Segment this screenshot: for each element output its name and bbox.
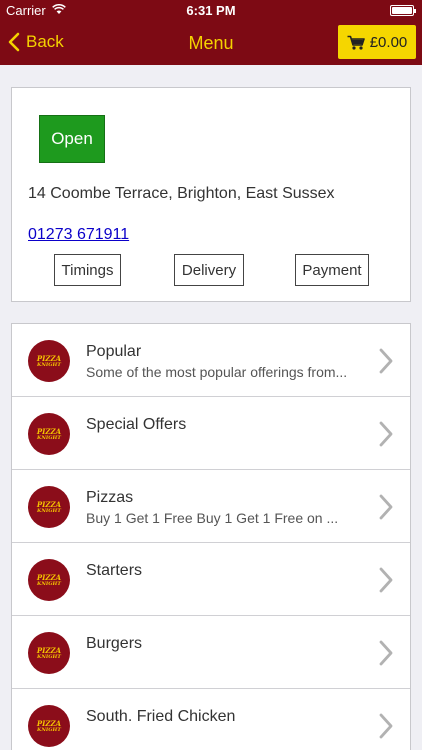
logo-text-line1: PIZZA xyxy=(36,718,62,728)
logo-text-line1: PIZZA xyxy=(36,353,62,363)
menu-item-title: Popular xyxy=(86,343,142,360)
pizza-knight-logo-icon: PIZZA KNIGHT xyxy=(28,486,70,528)
pizza-knight-logo-icon: PIZZA KNIGHT xyxy=(28,413,70,455)
menu-item-popular[interactable]: PIZZA KNIGHT Popular Some of the most pop… xyxy=(12,324,410,397)
logo-text-line1: PIZZA xyxy=(36,572,62,582)
phone-link[interactable]: 01273 671911 xyxy=(28,226,129,244)
status-time: 6:31 PM xyxy=(186,3,236,18)
pizza-knight-logo-icon: PIZZA KNIGHT xyxy=(28,705,70,747)
open-status-button[interactable]: Open xyxy=(39,115,105,163)
menu-item-burgers[interactable]: PIZZA KNIGHT Burgers xyxy=(12,616,410,689)
status-bar: Carrier 6:31 PM xyxy=(0,0,422,20)
chevron-right-icon xyxy=(379,421,393,447)
delivery-button[interactable]: Delivery xyxy=(174,254,244,286)
chevron-right-icon xyxy=(379,567,393,593)
logo-text-line2: KNIGHT xyxy=(37,361,61,368)
menu-item-title: Burgers xyxy=(86,635,143,652)
store-address: 14 Coombe Terrace, Brighton, East Sussex xyxy=(28,185,335,202)
pizza-knight-logo-icon: PIZZA KNIGHT xyxy=(28,559,70,601)
menu-item-title: South. Fried Chicken xyxy=(86,708,236,725)
logo-text-line2: KNIGHT xyxy=(37,653,61,660)
logo-text-line2: KNIGHT xyxy=(37,580,61,587)
logo-text-line1: PIZZA xyxy=(36,499,62,509)
cart-icon xyxy=(347,35,365,50)
chevron-right-icon xyxy=(379,348,393,374)
menu-item-title: Starters xyxy=(86,562,143,579)
menu-item-title: Pizzas xyxy=(86,489,134,506)
menu-category-list: PIZZA KNIGHT Popular Some of the most pop… xyxy=(11,323,411,750)
menu-item-starters[interactable]: PIZZA KNIGHT Starters xyxy=(12,543,410,616)
logo-text-line2: KNIGHT xyxy=(37,434,61,441)
store-info-card: Open 14 Coombe Terrace, Brighton, East S… xyxy=(11,87,411,302)
logo-text-line1: PIZZA xyxy=(36,426,62,436)
pizza-knight-logo-icon: PIZZA KNIGHT xyxy=(28,340,70,382)
battery-icon xyxy=(390,5,416,16)
menu-item-special-offers[interactable]: PIZZA KNIGHT Special Offers xyxy=(12,397,410,470)
logo-text-line2: KNIGHT xyxy=(37,507,61,514)
chevron-right-icon xyxy=(379,640,393,666)
menu-item-fried-chicken[interactable]: PIZZA KNIGHT South. Fried Chicken xyxy=(12,689,410,750)
menu-item-subtitle: Buy 1 Get 1 Free Buy 1 Get 1 Free on ... xyxy=(86,510,339,526)
chevron-right-icon xyxy=(379,713,393,739)
cart-total: £0.00 xyxy=(369,33,408,51)
navigation-bar: Back Menu £0.00 xyxy=(0,20,422,65)
logo-text-line1: PIZZA xyxy=(36,645,62,655)
chevron-right-icon xyxy=(379,494,393,520)
timings-button[interactable]: Timings xyxy=(54,254,121,286)
logo-text-line2: KNIGHT xyxy=(37,726,61,733)
menu-item-subtitle: Some of the most popular offerings from.… xyxy=(86,364,348,380)
menu-item-title: Special Offers xyxy=(86,416,187,433)
menu-item-pizzas[interactable]: PIZZA KNIGHT Pizzas Buy 1 Get 1 Free Buy … xyxy=(12,470,410,543)
pizza-knight-logo-icon: PIZZA KNIGHT xyxy=(28,632,70,674)
cart-button[interactable]: £0.00 xyxy=(338,25,416,59)
payment-button[interactable]: Payment xyxy=(295,254,369,286)
